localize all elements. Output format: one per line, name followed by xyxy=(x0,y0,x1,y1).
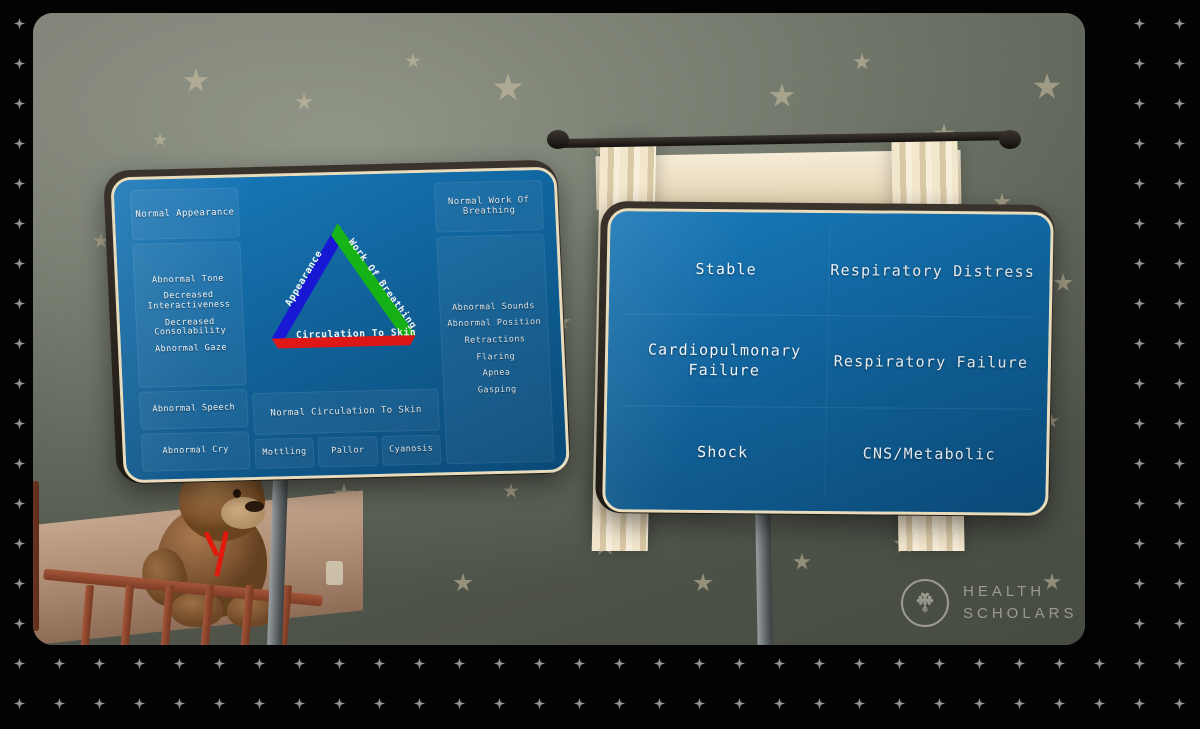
crib-post xyxy=(33,481,39,631)
normal-work-of-breathing-header[interactable]: Normal Work Of Breathing xyxy=(433,179,545,233)
abnormal-sounds-item[interactable]: Abnormal Sounds xyxy=(452,301,535,314)
teddy-nose xyxy=(245,501,264,512)
outcome-cell-stable[interactable]: Stable xyxy=(622,223,831,317)
decreased-consolability-item[interactable]: Decreased Consolability xyxy=(140,316,241,338)
watermark-line-scholars: SCHOLARS xyxy=(963,605,1078,622)
tree-in-circle-icon xyxy=(901,579,949,627)
flaring-item[interactable]: Flaring xyxy=(476,351,515,362)
vr-scene-viewport: Normal Appearance Abnormal Tone Decrease… xyxy=(33,13,1085,645)
cyanosis-item[interactable]: Cyanosis xyxy=(380,434,442,466)
crib-bar xyxy=(119,584,135,645)
curtain-rod-finial-right xyxy=(999,130,1021,149)
abnormal-gaze-item[interactable]: Abnormal Gaze xyxy=(155,342,227,354)
pediatric-assessment-triangle-board[interactable]: Normal Appearance Abnormal Tone Decrease… xyxy=(102,159,572,485)
apnea-item[interactable]: Apnea xyxy=(482,368,511,379)
abnormal-appearance-group[interactable]: Abnormal Tone Decreased Interactiveness … xyxy=(132,241,247,388)
screen-stage: Normal Appearance Abnormal Tone Decrease… xyxy=(0,0,1200,729)
normal-circulation-header[interactable]: Normal Circulation To Skin xyxy=(252,388,441,436)
abnormal-breathing-group[interactable]: Abnormal Sounds Abnormal Position Retrac… xyxy=(436,233,555,465)
watermark-line-health: HEALTH xyxy=(963,583,1046,601)
abnormal-position-item[interactable]: Abnormal Position xyxy=(447,317,541,330)
outcome-cell-shock[interactable]: Shock xyxy=(619,405,828,500)
gasping-item[interactable]: Gasping xyxy=(478,384,517,395)
outcome-cell-cns-metabolic[interactable]: CNS/Metabolic xyxy=(825,408,1033,501)
health-scholars-wordmark: HEALTH SCHOLARS xyxy=(963,581,1078,625)
crib-bar xyxy=(79,584,95,645)
health-scholars-watermark: HEALTH SCHOLARS xyxy=(901,579,1078,627)
abnormal-tone-item[interactable]: Abnormal Tone xyxy=(152,274,224,286)
teddy-eye xyxy=(233,489,241,498)
assessment-outcome-board[interactable]: Stable Respiratory Distress Cardiopulmon… xyxy=(595,201,1055,517)
retractions-item[interactable]: Retractions xyxy=(464,334,525,346)
circulation-signs-row: Mottling Pallor Cyanosis xyxy=(254,434,442,470)
outcome-cell-respiratory-failure[interactable]: Respiratory Failure xyxy=(827,316,1035,410)
abnormal-speech-item[interactable]: Abnormal Speech xyxy=(138,389,249,430)
pediatric-assessment-triangle: Appearance Work Of Breathing Circulation… xyxy=(243,183,438,389)
work-of-breathing-column: Normal Work Of Breathing Abnormal Sounds… xyxy=(433,179,555,465)
normal-appearance-header[interactable]: Normal Appearance xyxy=(129,187,241,241)
decreased-interactiveness-item[interactable]: Decreased Interactiveness xyxy=(138,290,239,312)
outcome-cell-cardiopulmonary-failure[interactable]: Cardiopulmonary Failure xyxy=(621,314,829,408)
assessment-triangle-graphic: Appearance Work Of Breathing Circulation… xyxy=(271,222,419,349)
crib-bar xyxy=(159,584,175,645)
pallor-item[interactable]: Pallor xyxy=(317,436,379,468)
mottling-item[interactable]: Mottling xyxy=(254,437,315,470)
outcome-cell-respiratory-distress[interactable]: Respiratory Distress xyxy=(828,225,1037,319)
curtain-rod-finial-left xyxy=(547,130,569,149)
appearance-column: Normal Appearance Abnormal Tone Decrease… xyxy=(129,187,251,472)
svg-text:Work Of Breathing: Work Of Breathing xyxy=(346,235,419,332)
wall-outlet xyxy=(326,561,343,585)
abnormal-cry-item[interactable]: Abnormal Cry xyxy=(140,431,251,472)
triangle-and-circulation-column: Appearance Work Of Breathing Circulation… xyxy=(243,183,442,470)
